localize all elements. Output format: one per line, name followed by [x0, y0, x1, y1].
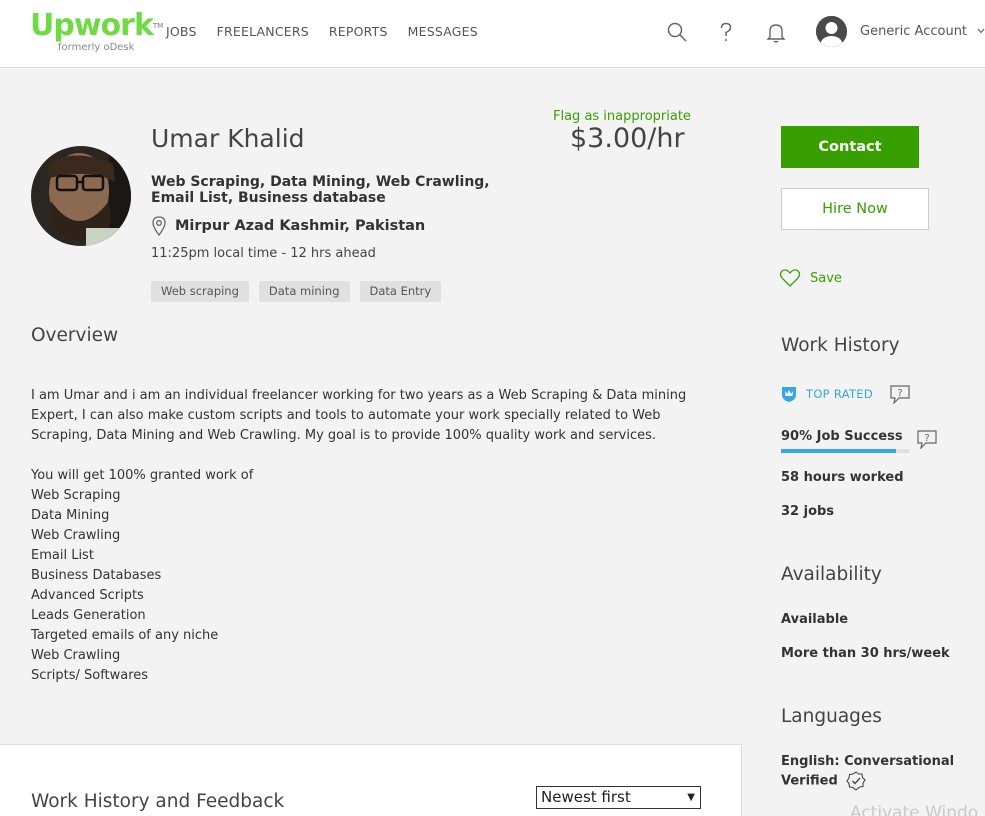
language-entry: English: Conversational [781, 754, 955, 769]
hourly-rate: $3.00/hr [570, 123, 685, 154]
chevron-down-icon[interactable] [977, 27, 985, 35]
feedback-heading: Work History and Feedback [31, 791, 285, 812]
top-header: UpworkTM formerly oDesk JOBS FREELANCERS… [0, 0, 985, 68]
list-item: Web Scraping [31, 488, 121, 503]
list-item: Business Databases [31, 568, 162, 583]
upwork-logo[interactable]: UpworkTM formerly oDesk [30, 8, 164, 54]
list-item: Web Crawling [31, 648, 121, 663]
overview-list-intro: You will get 100% granted work of [31, 468, 254, 483]
list-item: Email List [31, 548, 94, 563]
skill-tag[interactable]: Data Entry [359, 281, 442, 302]
sort-select[interactable]: Newest first ▼ [536, 786, 701, 809]
skill-tag[interactable]: Web scraping [151, 281, 249, 302]
logo-subtitle: formerly oDesk [58, 42, 135, 53]
logo-tm: TM [152, 22, 164, 30]
location-pin-icon [152, 216, 166, 236]
job-success-bar [781, 449, 909, 453]
heart-icon [779, 269, 801, 287]
search-icon[interactable] [665, 20, 689, 44]
main-nav: JOBS FREELANCERS REPORTS MESSAGES [166, 24, 498, 39]
activate-windows-watermark: Activate Windo [850, 803, 979, 816]
profile-title: Web Scraping, Data Mining, Web Crawling,… [151, 174, 490, 206]
job-success-bar-fill [781, 449, 897, 453]
skill-tag[interactable]: Data mining [258, 281, 350, 302]
sort-select-value: Newest first [541, 788, 631, 806]
availability-status: Available [781, 612, 849, 627]
svg-text:?: ? [897, 388, 902, 399]
list-item: Data Mining [31, 508, 110, 523]
account-name: Generic Account [860, 24, 968, 39]
list-item: Leads Generation [31, 608, 146, 623]
nav-jobs[interactable]: JOBS [166, 24, 197, 39]
save-label: Save [810, 270, 842, 286]
profile-photo [31, 146, 131, 246]
list-item: Web Crawling [31, 528, 121, 543]
top-rated-shield-icon [782, 387, 796, 402]
nav-messages[interactable]: MESSAGES [408, 24, 478, 39]
overview-list: You will get 100% granted work of Web Sc… [31, 466, 711, 686]
svg-text:?: ? [924, 433, 929, 444]
hire-now-button[interactable]: Hire Now [781, 188, 929, 230]
hours-worked: 58 hours worked [781, 470, 904, 485]
top-rated-badge: TOP RATED [781, 385, 873, 403]
logo-text: Upwork [30, 8, 154, 43]
help-icon[interactable] [714, 20, 738, 44]
list-item: Advanced Scripts [31, 588, 144, 603]
job-success: 90% Job Success [781, 429, 903, 444]
account-menu[interactable]: Generic Account [816, 16, 967, 47]
top-rated-help-icon[interactable]: ? [889, 384, 911, 404]
top-rated-label: TOP RATED [806, 387, 874, 401]
overview-text: I am Umar and i am an individual freelan… [31, 386, 711, 686]
dropdown-caret-icon: ▼ [687, 792, 695, 803]
nav-reports[interactable]: REPORTS [329, 24, 388, 39]
availability-heading: Availability [781, 564, 882, 585]
skill-tags: Web scraping Data mining Data Entry [151, 281, 451, 302]
contact-button[interactable]: Contact [781, 126, 919, 168]
location-text: Mirpur Azad Kashmir, Pakistan [175, 218, 426, 234]
languages-heading: Languages [781, 706, 882, 727]
flag-link[interactable]: Flag as inappropriate [553, 109, 691, 124]
list-item: Targeted emails of any niche [31, 628, 219, 643]
availability-hours: More than 30 hrs/week [781, 646, 950, 661]
save-button[interactable]: Save [779, 268, 842, 288]
overview-heading: Overview [31, 325, 119, 346]
location: Mirpur Azad Kashmir, Pakistan [151, 216, 425, 236]
language-verified-label: Verified [781, 773, 838, 789]
job-success-help-icon[interactable]: ? [916, 429, 938, 449]
local-time: 11:25pm local time - 12 hrs ahead [151, 246, 376, 261]
freelancer-name: Umar Khalid [151, 124, 305, 153]
bell-icon[interactable] [764, 20, 788, 44]
account-avatar [816, 16, 847, 47]
work-history-heading: Work History [781, 335, 900, 356]
list-item: Scripts/ Softwares [31, 668, 149, 683]
nav-freelancers[interactable]: FREELANCERS [217, 24, 309, 39]
jobs-count: 32 jobs [781, 504, 835, 519]
language-verified: Verified [781, 771, 867, 791]
verified-check-icon [846, 771, 867, 791]
overview-paragraph: I am Umar and i am an individual freelan… [31, 388, 687, 443]
